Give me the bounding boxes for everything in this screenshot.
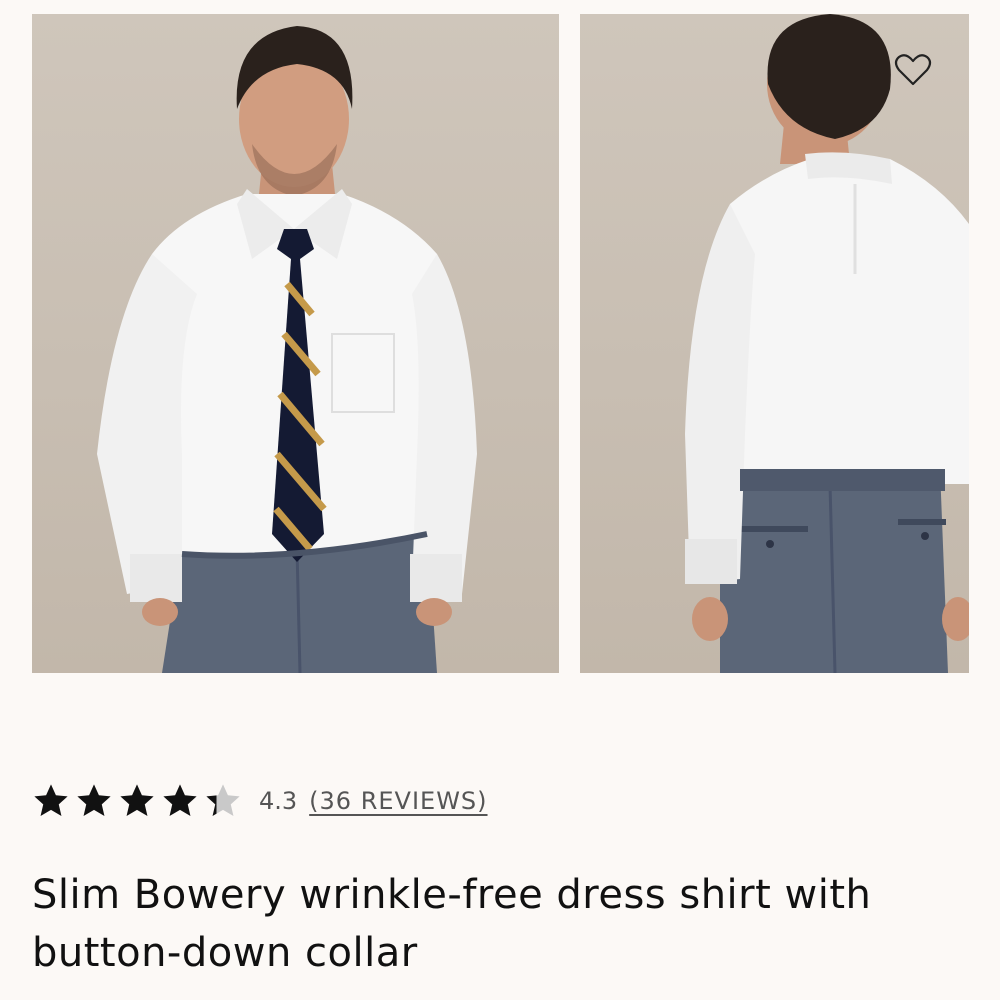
product-title[interactable]: Slim Bowery wrinkle-free dress shirt wit… xyxy=(32,866,932,982)
rating-value: 4.3 xyxy=(259,787,298,815)
star-filled-icon xyxy=(118,782,156,820)
star-filled-icon xyxy=(32,782,70,820)
rating-row: 4.3 (36 REVIEWS) xyxy=(32,780,488,822)
star-filled-icon xyxy=(161,782,199,820)
star-partial-icon xyxy=(204,782,242,820)
star-filled-icon xyxy=(75,782,113,820)
star-rating xyxy=(32,782,247,820)
front-photo-graphic xyxy=(97,26,477,673)
wishlist-heart-icon[interactable] xyxy=(893,50,933,90)
reviews-link[interactable]: (36 REVIEWS) xyxy=(309,787,487,815)
product-card: 4.3 (36 REVIEWS) Slim Bowery wrinkle-fre… xyxy=(0,0,1000,1000)
product-image-front[interactable] xyxy=(32,14,559,673)
back-photo-graphic xyxy=(685,14,969,673)
product-image-back[interactable] xyxy=(580,14,969,673)
